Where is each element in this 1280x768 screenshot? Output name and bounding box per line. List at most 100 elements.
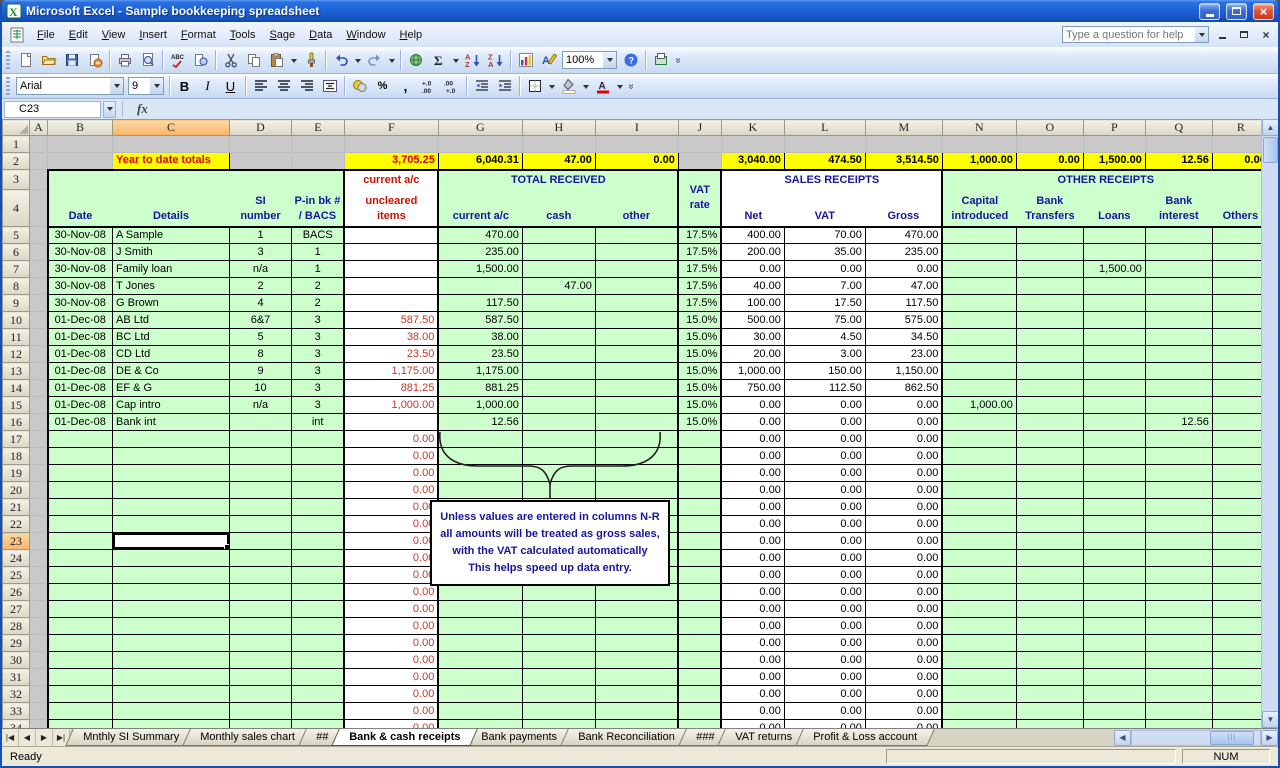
cell-E31[interactable]	[292, 669, 345, 686]
cell-G1[interactable]	[438, 136, 522, 153]
cell-D23[interactable]	[230, 533, 292, 550]
cell-N10[interactable]	[942, 312, 1016, 329]
cell-H30[interactable]	[522, 652, 595, 669]
year-total-H[interactable]: 47.00	[522, 153, 595, 170]
cell-K18[interactable]: 0.00	[721, 448, 784, 465]
cell-I17[interactable]	[595, 431, 678, 448]
cell-O8[interactable]	[1016, 278, 1083, 295]
cell-Q27[interactable]	[1145, 601, 1212, 618]
column-header-D[interactable]: D	[230, 120, 292, 136]
cell-I20[interactable]	[595, 482, 678, 499]
cell-L23[interactable]: 0.00	[784, 533, 865, 550]
cell-F12[interactable]: 23.50	[344, 346, 438, 363]
cell-C7[interactable]: Family loan	[113, 261, 230, 278]
cell-B14[interactable]: 01-Dec-08	[48, 380, 113, 397]
row-header-2[interactable]: 2	[3, 153, 30, 170]
cell-Q19[interactable]	[1145, 465, 1212, 482]
cell-I32[interactable]	[595, 686, 678, 703]
cell-E14[interactable]: 3	[292, 380, 345, 397]
cell-G14[interactable]: 881.25	[438, 380, 522, 397]
cell-Q8[interactable]	[1145, 278, 1212, 295]
cell-E19[interactable]	[292, 465, 345, 482]
cell-K19[interactable]: 0.00	[721, 465, 784, 482]
cell-Q13[interactable]	[1145, 363, 1212, 380]
cell-Q14[interactable]	[1145, 380, 1212, 397]
cell-C22[interactable]	[113, 516, 230, 533]
cell-J9[interactable]: 17.5%	[678, 295, 721, 312]
cell-Q31[interactable]	[1145, 669, 1212, 686]
cell-B26[interactable]	[48, 584, 113, 601]
cell-C27[interactable]	[113, 601, 230, 618]
column-header-Q[interactable]: Q	[1145, 120, 1212, 136]
cell-G11[interactable]: 38.00	[438, 329, 522, 346]
cell-M15[interactable]: 0.00	[865, 397, 942, 414]
print-preview-button[interactable]	[136, 49, 159, 71]
row-header-18[interactable]: 18	[3, 448, 30, 465]
cell-I30[interactable]	[595, 652, 678, 669]
cell-D29[interactable]	[230, 635, 292, 652]
cell-A3[interactable]	[30, 170, 48, 190]
cell-A31[interactable]	[30, 669, 48, 686]
row-header-7[interactable]: 7	[3, 261, 30, 278]
row-header-25[interactable]: 25	[3, 567, 30, 584]
cell-L31[interactable]: 0.00	[784, 669, 865, 686]
cell-B18[interactable]	[48, 448, 113, 465]
cell-H15[interactable]	[522, 397, 595, 414]
cell-D6[interactable]: 3	[230, 244, 292, 261]
cell-H8[interactable]: 47.00	[522, 278, 595, 295]
cell-D32[interactable]	[230, 686, 292, 703]
cell-P29[interactable]	[1083, 635, 1145, 652]
row-header-27[interactable]: 27	[3, 601, 30, 618]
row-header-9[interactable]: 9	[3, 295, 30, 312]
cell-N21[interactable]	[942, 499, 1016, 516]
cell-L11[interactable]: 4.50	[784, 329, 865, 346]
addin-button[interactable]	[649, 49, 672, 71]
cell-G33[interactable]	[438, 703, 522, 720]
cell-C25[interactable]	[113, 567, 230, 584]
cell-N13[interactable]	[942, 363, 1016, 380]
cell-G8[interactable]	[438, 278, 522, 295]
column-header-K[interactable]: K	[721, 120, 784, 136]
cell-O32[interactable]	[1016, 686, 1083, 703]
cell-L33[interactable]: 0.00	[784, 703, 865, 720]
cell-M13[interactable]: 1,150.00	[865, 363, 942, 380]
row-header-33[interactable]: 33	[3, 703, 30, 720]
row-header-29[interactable]: 29	[3, 635, 30, 652]
cell-N5[interactable]	[942, 227, 1016, 244]
cell-J29[interactable]	[678, 635, 721, 652]
cell-Q16[interactable]: 12.56	[1145, 414, 1212, 431]
row-header-4[interactable]: 4	[3, 190, 30, 227]
cell-N33[interactable]	[942, 703, 1016, 720]
cell-O28[interactable]	[1016, 618, 1083, 635]
scroll-left-icon[interactable]: ◀	[1114, 730, 1131, 746]
paste-button[interactable]	[265, 49, 288, 71]
cell-P16[interactable]	[1083, 414, 1145, 431]
cell-L25[interactable]: 0.00	[784, 567, 865, 584]
cell-L8[interactable]: 7.00	[784, 278, 865, 295]
cell-E11[interactable]: 3	[292, 329, 345, 346]
cell-C26[interactable]	[113, 584, 230, 601]
cell-P28[interactable]	[1083, 618, 1145, 635]
cell-D10[interactable]: 6&7	[230, 312, 292, 329]
cell-D31[interactable]	[230, 669, 292, 686]
cell-L34[interactable]: 0.00	[784, 720, 865, 729]
cell-I28[interactable]	[595, 618, 678, 635]
cell-D25[interactable]	[230, 567, 292, 584]
increase-decimal-button[interactable]: +.0.00	[417, 75, 440, 97]
cell-K32[interactable]: 0.00	[721, 686, 784, 703]
cell-K7[interactable]: 0.00	[721, 261, 784, 278]
cell-O6[interactable]	[1016, 244, 1083, 261]
row-header-6[interactable]: 6	[3, 244, 30, 261]
cell-F8[interactable]	[344, 278, 438, 295]
cell-E29[interactable]	[292, 635, 345, 652]
cell-I7[interactable]	[595, 261, 678, 278]
cell-I33[interactable]	[595, 703, 678, 720]
cell-L14[interactable]: 112.50	[784, 380, 865, 397]
cell-L17[interactable]: 0.00	[784, 431, 865, 448]
cell-E25[interactable]	[292, 567, 345, 584]
cell-G29[interactable]	[438, 635, 522, 652]
increase-indent-button[interactable]	[493, 75, 516, 97]
insert-function-icon[interactable]: fx	[129, 101, 156, 117]
cell-N29[interactable]	[942, 635, 1016, 652]
cell-K11[interactable]: 30.00	[721, 329, 784, 346]
